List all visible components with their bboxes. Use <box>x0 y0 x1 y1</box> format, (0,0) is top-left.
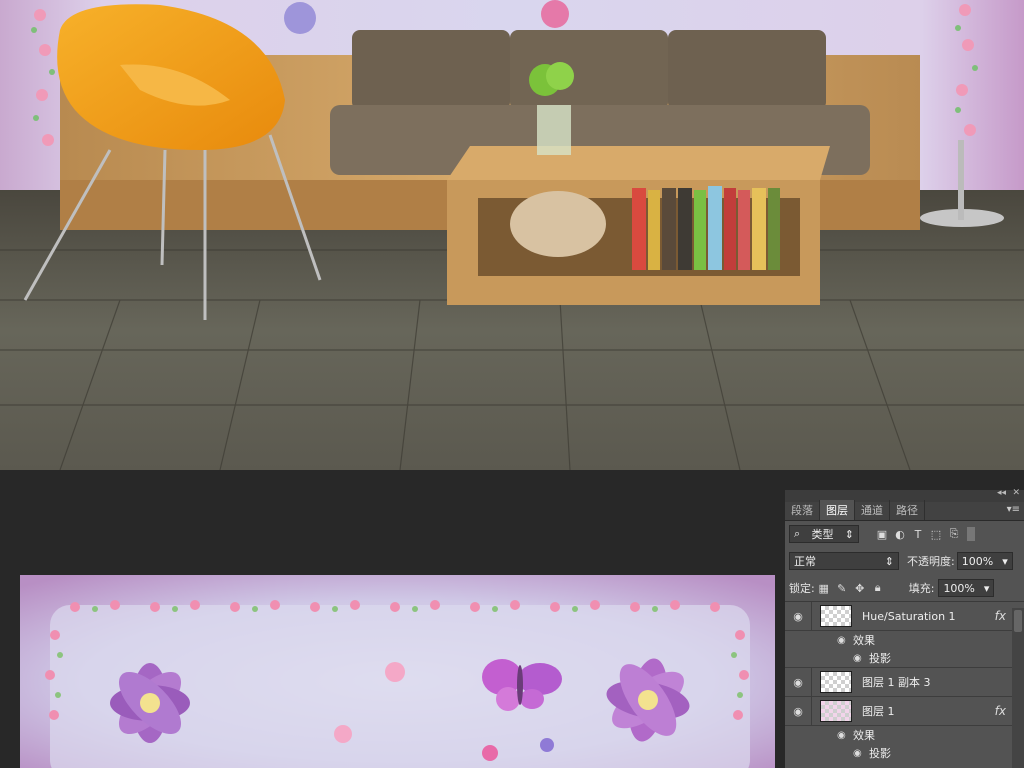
fill-field[interactable]: 100% ▾ <box>938 579 995 597</box>
effect-name: 投影 <box>869 747 891 760</box>
visibility-eye-icon[interactable]: ◉ <box>837 730 846 741</box>
layer-filter-row: ⌕ 类型 ⇕ ▣ ◐ T ⬚ ⎘ <box>785 521 1024 547</box>
layer-filter-select[interactable]: ⌕ 类型 ⇕ <box>789 525 859 543</box>
updown-icon: ⇕ <box>844 527 854 541</box>
layer-name: 图层 1 副本 3 <box>862 676 931 689</box>
updown-icon: ⇕ <box>884 554 894 568</box>
layers-panel: ◂◂ ✕ 段落 图层 通道 路径 ▾≡ ⌕ 类型 ⇕ ▣ ◐ T ⬚ ⎘ 正常 … <box>785 488 1024 768</box>
chevron-down-icon: ▾ <box>983 581 990 595</box>
tab-layers[interactable]: 图层 <box>820 500 855 520</box>
fill-value: 100% <box>943 581 975 595</box>
close-panel-icon[interactable]: ✕ <box>1012 488 1020 498</box>
scrollbar-thumb[interactable] <box>1014 610 1022 632</box>
layer-effect-item[interactable]: ◉ 投影 <box>785 649 1024 668</box>
search-icon: ⌕ <box>794 527 801 540</box>
chevron-down-icon: ▾ <box>1002 554 1008 568</box>
lock-transparent-icon[interactable]: ▦ <box>815 579 833 597</box>
visibility-eye-icon[interactable]: ◉ <box>837 635 846 646</box>
filter-shape-icon[interactable]: ⬚ <box>927 525 945 543</box>
blend-mode-select[interactable]: 正常 ⇕ <box>789 552 899 570</box>
lock-all-icon[interactable]: 🔒︎ <box>869 579 887 597</box>
visibility-eye-icon[interactable]: ◉ <box>785 676 811 689</box>
layers-list: ◉ Hue/Saturation 1 fx ◉ 效果 ◉ 投影 ◉ 图层 1 副… <box>785 602 1024 762</box>
divider <box>811 602 812 630</box>
tab-paths[interactable]: 路径 <box>890 500 925 520</box>
mural-graphic <box>20 575 775 768</box>
layer-thumbnail <box>820 605 852 627</box>
fx-icon[interactable]: fx <box>995 609 1006 623</box>
filter-toggle-icon[interactable] <box>967 527 975 541</box>
filter-kind-label: 类型 <box>811 528 834 541</box>
visibility-eye-icon[interactable]: ◉ <box>785 610 811 623</box>
effects-label: 效果 <box>853 729 875 742</box>
filter-type-icon[interactable]: T <box>909 525 927 543</box>
blend-opacity-row: 正常 ⇕ 不透明度: 100% ▾ <box>785 547 1024 575</box>
filter-pixel-icon[interactable]: ▣ <box>873 525 891 543</box>
opacity-label: 不透明度: <box>907 555 955 568</box>
panel-tabs: 段落 图层 通道 路径 ▾≡ <box>785 500 1024 521</box>
lock-paint-icon[interactable]: ✎ <box>833 579 851 597</box>
layers-scrollbar[interactable] <box>1012 608 1024 768</box>
layer-effects-row[interactable]: ◉ 效果 <box>785 631 1024 649</box>
layer-effect-item[interactable]: ◉ 投影 <box>785 744 1024 762</box>
visibility-eye-icon[interactable]: ◉ <box>853 748 862 759</box>
opacity-value: 100% <box>961 554 994 568</box>
room-preview-image <box>0 0 1024 470</box>
lock-label: 锁定: <box>789 582 815 595</box>
fill-label: 填充: <box>908 582 935 595</box>
layer-row[interactable]: ◉ 图层 1 fx <box>785 697 1024 726</box>
layer-effects-row[interactable]: ◉ 效果 <box>785 726 1024 744</box>
lock-position-icon[interactable]: ✥ <box>851 579 869 597</box>
tab-channels[interactable]: 通道 <box>855 500 890 520</box>
panel-menu-icon[interactable]: ▾≡ <box>1007 504 1020 515</box>
layer-row[interactable]: ◉ Hue/Saturation 1 fx <box>785 602 1024 631</box>
effect-name: 投影 <box>869 652 891 665</box>
effects-label: 效果 <box>853 634 875 647</box>
layer-name: Hue/Saturation 1 <box>862 609 956 623</box>
layer-thumbnail <box>820 700 852 722</box>
lock-fill-row: 锁定: ▦ ✎ ✥ 🔒︎ 填充: 100% ▾ <box>785 575 1024 602</box>
visibility-eye-icon[interactable]: ◉ <box>853 653 862 664</box>
mural-design-preview <box>20 575 775 768</box>
opacity-field[interactable]: 100% ▾ <box>956 552 1013 570</box>
layer-thumbnail <box>820 671 852 693</box>
layer-row[interactable]: ◉ 图层 1 副本 3 <box>785 668 1024 697</box>
divider <box>811 697 812 725</box>
room-scene-graphic <box>0 0 1024 470</box>
tab-paragraph[interactable]: 段落 <box>785 500 820 520</box>
filter-adjustment-icon[interactable]: ◐ <box>891 525 909 543</box>
fx-icon[interactable]: fx <box>995 704 1006 718</box>
visibility-eye-icon[interactable]: ◉ <box>785 705 811 718</box>
blend-mode-value: 正常 <box>794 555 816 568</box>
layer-name: 图层 1 <box>862 705 895 718</box>
collapse-panel-icon[interactable]: ◂◂ <box>997 488 1006 498</box>
filter-smartobject-icon[interactable]: ⎘ <box>945 525 963 543</box>
divider <box>811 668 812 696</box>
